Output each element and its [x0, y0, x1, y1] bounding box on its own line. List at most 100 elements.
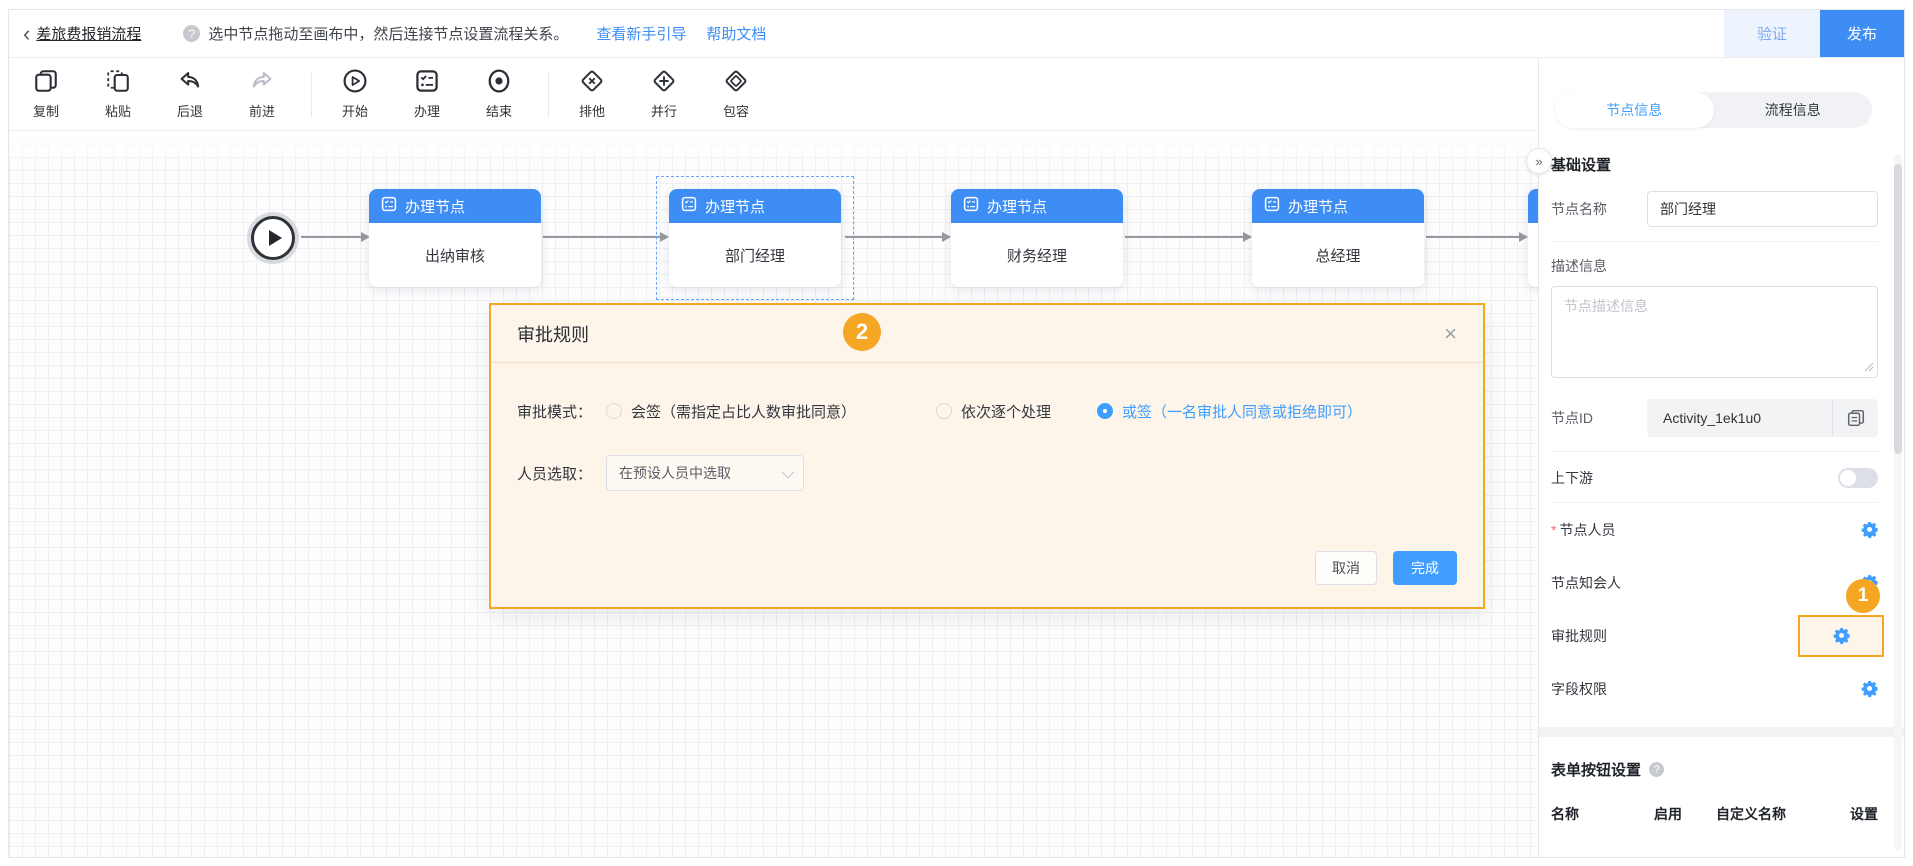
panel-scrollbar[interactable]	[1894, 154, 1902, 851]
node-name: 财务经理	[1006, 247, 1067, 265]
dialog-title: 审批规则	[517, 324, 589, 345]
help-circle-icon: ?	[183, 25, 201, 42]
editor-column: 复制 粘贴 后退 前进 开始 办理 结束 排他 并行 包容 办理节点 出纳审核 …	[9, 58, 1538, 857]
toolbar-copy[interactable]: 复制	[19, 68, 73, 120]
start-event-node[interactable]	[251, 216, 295, 260]
inclusive-gateway-icon	[723, 68, 749, 94]
form-button-settings-title: 表单按钮设置	[1551, 762, 1642, 779]
top-actions: 验证 发布	[1724, 10, 1904, 57]
publish-button[interactable]: 发布	[1820, 10, 1904, 57]
confirm-button[interactable]: 完成	[1393, 551, 1457, 585]
gear-icon[interactable]	[1833, 627, 1850, 644]
radio-icon[interactable]	[606, 403, 623, 419]
divider	[1551, 241, 1878, 242]
task-node-finance-manager[interactable]: 办理节点 财务经理	[951, 189, 1123, 287]
toolbar-parallel-label: 并行	[650, 104, 677, 119]
gear-icon[interactable]	[1861, 680, 1878, 697]
flow-canvas[interactable]: 办理节点 出纳审核 办理节点 部门经理 办理节点 财务经理 办理节点 总经理 审…	[9, 131, 1538, 857]
resize-handle-icon[interactable]	[1864, 359, 1874, 377]
annotation-badge-2: 2	[843, 313, 881, 351]
task-node-partial[interactable]: 办理节点	[1528, 189, 1538, 287]
person-select-row: 人员选取： 在预设人员中选取	[517, 455, 1457, 491]
task-icon	[415, 68, 439, 94]
node-header: 办理节点	[1252, 189, 1424, 223]
column-setting: 设置	[1850, 806, 1878, 822]
approval-rule-label: 审批规则	[1551, 627, 1607, 644]
radio-or-sign[interactable]: 或签（一名审批人同意或拒绝即可）	[1097, 401, 1362, 422]
approval-mode-row: 审批模式： 会签（需指定占比人数审批同意） 依次逐个处理 或签（一名审批人同意或…	[517, 393, 1457, 429]
node-header: 办理节点	[369, 189, 541, 223]
cancel-button[interactable]: 取消	[1315, 551, 1377, 585]
tab-node-info[interactable]: 节点信息	[1555, 92, 1714, 128]
toolbar-exclusive-gateway[interactable]: 排他	[565, 68, 619, 120]
node-name: 部门经理	[724, 247, 785, 265]
close-icon[interactable]: ×	[1444, 322, 1457, 345]
radio-sequential[interactable]: 依次逐个处理	[936, 401, 1051, 422]
node-type-label: 办理节点	[987, 198, 1048, 216]
toolbar-end-event[interactable]: 结束	[472, 68, 526, 120]
radio-checked-icon[interactable]	[1097, 403, 1114, 419]
tab-flow-info[interactable]: 流程信息	[1714, 92, 1873, 128]
edge-node4-to-node5[interactable]	[1426, 232, 1528, 242]
exclusive-gateway-icon	[579, 68, 605, 94]
radio-countersign[interactable]: 会签（需指定占比人数审批同意）	[606, 401, 856, 422]
edge-node3-to-node4[interactable]	[1125, 232, 1252, 242]
column-custom-name: 自定义名称	[1716, 806, 1786, 822]
validate-button[interactable]: 验证	[1724, 10, 1820, 57]
end-event-icon	[486, 68, 512, 94]
task-node-cashier[interactable]: 办理节点 出纳审核	[369, 189, 541, 287]
start-event-icon	[342, 68, 368, 94]
node-type-label: 办理节点	[705, 198, 766, 216]
column-enable: 启用	[1654, 806, 1682, 822]
radio-icon[interactable]	[936, 403, 953, 419]
edge-node1-to-node2[interactable]	[543, 232, 669, 242]
task-node-dept-manager[interactable]: 办理节点 部门经理	[669, 189, 841, 287]
help-docs-link[interactable]: 帮助文档	[706, 23, 766, 44]
dialog-header: 审批规则 2 ×	[491, 305, 1483, 363]
toolbar-redo[interactable]: 前进	[235, 68, 289, 120]
node-cc-row: 节点知会人	[1551, 556, 1878, 609]
toolbar-parallel-gateway[interactable]: 并行	[637, 68, 691, 120]
column-name: 名称	[1551, 806, 1579, 822]
gear-icon[interactable]	[1861, 521, 1878, 538]
copy-node-id-button[interactable]	[1832, 399, 1878, 437]
scrollbar-thumb[interactable]	[1894, 164, 1902, 454]
panel-content: 节点信息 流程信息 基础设置 节点名称 描述信息 节点ID	[1539, 92, 1904, 824]
collapse-panel-button[interactable]: »	[1526, 148, 1552, 174]
node-name: 总经理	[1315, 247, 1361, 265]
toolbar-paste[interactable]: 粘贴	[91, 68, 145, 120]
radio-countersign-label: 会签（需指定占比人数审批同意）	[631, 403, 857, 421]
shape-toolbar: 复制 粘贴 后退 前进 开始 办理 结束 排他 并行 包容	[9, 58, 1538, 131]
approval-rule-highlight-box: 1	[1798, 578, 1884, 657]
person-select-label: 人员选取：	[517, 465, 593, 483]
toolbar-start-event[interactable]: 开始	[328, 68, 382, 120]
canvas-top-fade	[9, 131, 1538, 165]
canvas-usage-tip: 选中节点拖动至画布中，然后连接节点设置流程关系。	[208, 26, 569, 43]
description-textarea[interactable]	[1551, 286, 1878, 378]
required-asterisk: *	[1551, 521, 1557, 538]
play-icon	[268, 230, 282, 246]
node-id-value: Activity_1ek1u0	[1663, 410, 1762, 426]
undo-icon	[178, 68, 202, 94]
toolbar-undo[interactable]: 后退	[163, 68, 217, 120]
beginner-guide-link[interactable]: 查看新手引导	[596, 23, 686, 44]
form-button-table-header: 名称 启用 自定义名称 设置	[1551, 804, 1878, 824]
toolbar-task[interactable]: 办理	[400, 68, 454, 120]
flow-title[interactable]: 差旅费报销流程	[36, 23, 141, 44]
edge-node2-to-node3[interactable]	[845, 232, 951, 242]
field-permission-label: 字段权限	[1551, 680, 1607, 697]
node-name-input[interactable]	[1647, 191, 1878, 227]
updown-row: 上下游	[1551, 454, 1878, 502]
person-select-dropdown[interactable]: 在预设人员中选取	[606, 455, 805, 491]
toolbar-copy-label: 复制	[32, 104, 59, 119]
form-button-settings-header: 表单按钮设置 ?	[1551, 759, 1878, 780]
parallel-gateway-icon	[651, 68, 677, 94]
top-bar: ‹ 差旅费报销流程 ? 选中节点拖动至画布中，然后连接节点设置流程关系。 查看新…	[9, 10, 1904, 58]
task-node-general-manager[interactable]: 办理节点 总经理	[1252, 189, 1424, 287]
edge-start-to-node1[interactable]	[301, 232, 370, 242]
node-header: 办理节点	[1528, 189, 1538, 223]
dialog-footer: 取消 完成	[1315, 551, 1457, 585]
back-icon[interactable]: ‹	[23, 22, 30, 45]
updown-toggle[interactable]	[1838, 468, 1878, 488]
toolbar-inclusive-gateway[interactable]: 包容	[709, 68, 763, 120]
